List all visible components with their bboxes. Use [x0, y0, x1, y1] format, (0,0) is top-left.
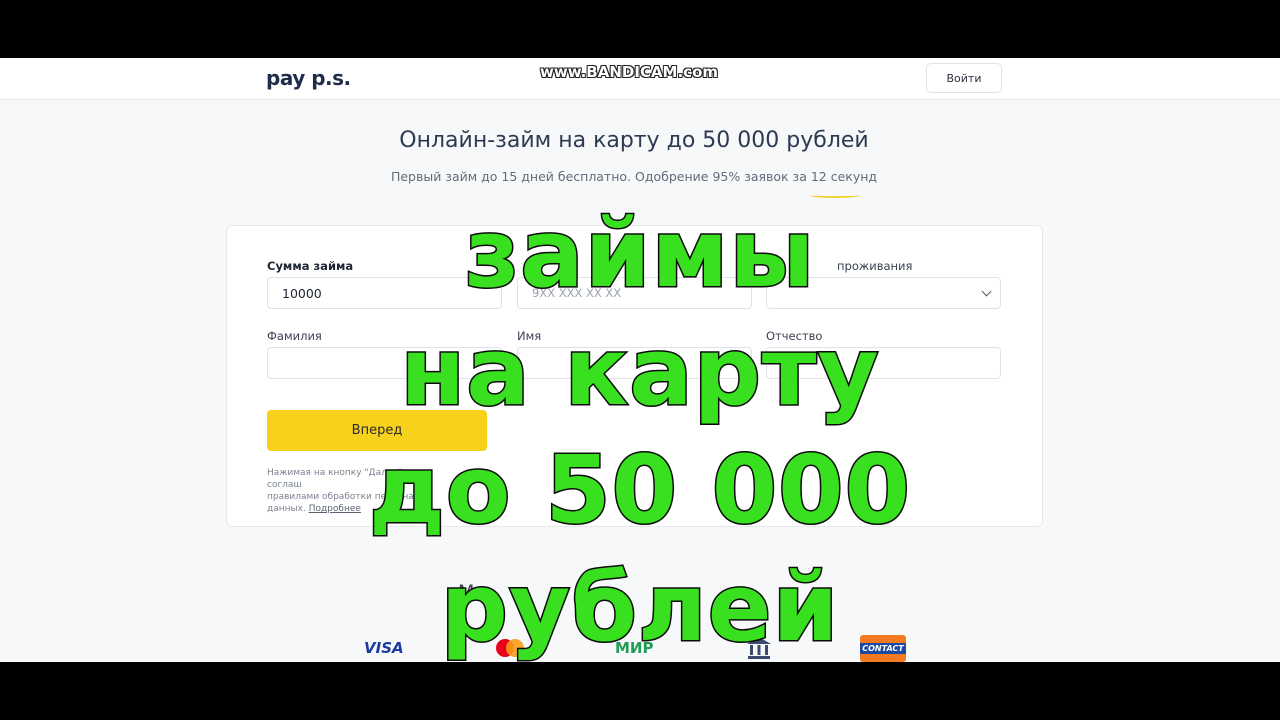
letterbox-top — [0, 0, 1280, 58]
overlay-text-line-2: на карту — [399, 317, 880, 429]
overlay-text-line-4: рублей — [439, 553, 840, 665]
letterbox-bottom — [0, 662, 1280, 720]
login-button[interactable]: Войти — [926, 63, 1002, 93]
page-subtitle: Первый займ до 15 дней бесплатно. Одобре… — [390, 169, 878, 184]
overlay-text-line-3: до 50 000 — [368, 435, 912, 547]
recording-watermark: www.BANDICAM.com — [540, 63, 719, 81]
page-title: Онлайн-займ на карту до 50 000 рублей — [399, 128, 869, 153]
brand-logo[interactable]: pay p.s. — [266, 66, 351, 90]
overlay-text-line-1: займы — [463, 199, 816, 311]
subtitle-underline-decoration — [810, 193, 860, 198]
